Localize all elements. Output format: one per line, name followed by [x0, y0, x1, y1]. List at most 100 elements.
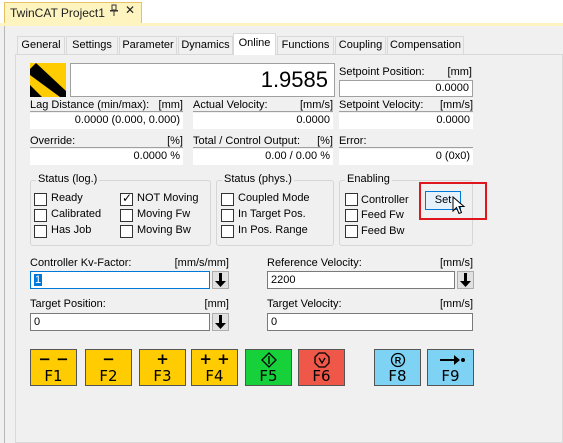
- setpoint-position-label: Setpoint Position:: [339, 66, 425, 78]
- feed-fw-label: Feed Fw: [361, 209, 404, 221]
- ready-checkbox: [34, 193, 47, 206]
- tab-parameter[interactable]: Parameter: [119, 36, 177, 54]
- feed-fw-checkbox[interactable]: [345, 209, 358, 222]
- moving-fw-checkbox: [120, 209, 133, 222]
- lag-distance-field: 0.0000 (0.000, 0.000): [30, 113, 183, 129]
- tab-coupling[interactable]: Coupling: [335, 36, 386, 54]
- total-control-output-unit: [%]: [317, 135, 333, 147]
- override-rule: [30, 147, 183, 148]
- double-minus-icon: − −: [38, 350, 69, 368]
- total-control-output-field: 0.00 / 0.00 %: [193, 149, 333, 165]
- f3-label: F3: [153, 367, 172, 385]
- tab-settings[interactable]: Settings: [66, 36, 118, 54]
- tab-online[interactable]: Online: [233, 33, 276, 55]
- feed-bw-checkbox[interactable]: [345, 225, 358, 238]
- controller-label: Controller: [361, 194, 409, 206]
- hazard-stripe-icon: [30, 63, 66, 97]
- override-unit: [%]: [167, 135, 183, 147]
- f6-button[interactable]: F6: [298, 349, 345, 386]
- actual-velocity-rule: [193, 111, 333, 112]
- f9-label: F9: [441, 367, 460, 385]
- stop-icon: [314, 352, 330, 368]
- lag-distance-unit: [mm]: [158, 99, 183, 111]
- f5-button[interactable]: F5: [245, 349, 292, 386]
- setpoint-velocity-rule: [339, 111, 473, 112]
- target-position-input[interactable]: 0: [30, 313, 210, 331]
- reference-velocity-label: Reference Velocity:: [267, 257, 362, 269]
- setpoint-velocity-field: 0.0000: [339, 113, 473, 129]
- error-label: Error:: [339, 135, 367, 147]
- calibrated-label: Calibrated: [51, 208, 102, 220]
- kv-factor-unit: [mm/s/mm]: [174, 257, 229, 269]
- arrow-down-icon: [215, 315, 226, 329]
- enabling-title: Enabling: [345, 173, 392, 185]
- moving-bw-label: Moving Bw: [137, 224, 191, 236]
- in-pos-range-checkbox: [221, 225, 234, 238]
- tab-general[interactable]: General: [17, 36, 65, 54]
- kv-factor-set-button[interactable]: [212, 271, 229, 289]
- f3-button[interactable]: + F3: [139, 349, 186, 386]
- close-icon[interactable]: ✕: [123, 3, 137, 18]
- override-field: 0.0000 %: [30, 149, 183, 165]
- total-control-output-label: Total / Control Output:: [193, 135, 300, 147]
- f9-button[interactable]: F9: [427, 349, 474, 386]
- calibrated-checkbox: [34, 209, 47, 222]
- check-mark-icon: ✓: [122, 191, 133, 205]
- tab-functions[interactable]: Functions: [277, 36, 334, 54]
- in-target-pos-checkbox: [221, 209, 234, 222]
- moving-fw-label: Moving Fw: [137, 208, 191, 220]
- setpoint-position-field: 0.0000: [339, 80, 473, 97]
- target-position-set-button[interactable]: [212, 313, 229, 331]
- double-plus-icon: + +: [199, 350, 230, 368]
- f6-label: F6: [312, 367, 331, 385]
- moving-bw-checkbox: [120, 225, 133, 238]
- svg-text:R: R: [395, 356, 402, 366]
- actual-position-display: 1.9585: [70, 63, 335, 97]
- target-position-label: Target Position:: [30, 298, 106, 310]
- setpoint-velocity-label: Setpoint Velocity:: [339, 99, 424, 111]
- f1-button[interactable]: − − F1: [30, 349, 77, 386]
- minus-icon: −: [102, 350, 115, 368]
- mouse-cursor-icon: [452, 196, 466, 215]
- plus-icon: +: [156, 350, 169, 368]
- arrow-down-icon: [215, 273, 226, 287]
- has-job-label: Has Job: [51, 224, 92, 236]
- f5-label: F5: [259, 367, 278, 385]
- status-log-title: Status (log.): [36, 173, 100, 185]
- f1-label: F1: [44, 367, 63, 385]
- target-position-unit: [mm]: [204, 298, 229, 310]
- coupled-mode-checkbox: [221, 193, 234, 206]
- tab-dynamics[interactable]: Dynamics: [178, 36, 233, 54]
- in-pos-range-label: In Pos. Range: [238, 224, 308, 236]
- lag-distance-rule: [30, 111, 183, 112]
- tab-compensation[interactable]: Compensation: [387, 36, 464, 54]
- actual-velocity-field: 0.0000: [193, 113, 333, 129]
- setpoint-position-unit: [mm]: [447, 66, 472, 78]
- controller-checkbox[interactable]: [345, 193, 358, 206]
- feed-bw-label: Feed Bw: [361, 225, 405, 237]
- error-rule: [339, 147, 473, 148]
- f8-button[interactable]: R F8: [374, 349, 421, 386]
- target-velocity-input[interactable]: 0: [267, 313, 473, 331]
- not-moving-label: NOT Moving: [137, 192, 199, 204]
- document-title: TwinCAT Project1: [10, 6, 105, 20]
- ready-label: Ready: [51, 192, 83, 204]
- kv-factor-label: Controller Kv-Factor:: [30, 257, 132, 269]
- lag-distance-label: Lag Distance (min/max):: [30, 99, 150, 111]
- reference-velocity-input[interactable]: 2200: [267, 271, 455, 289]
- f4-button[interactable]: + + F4: [191, 349, 238, 386]
- status-phys-title: Status (phys.): [222, 173, 294, 185]
- kv-factor-input[interactable]: 1: [30, 271, 210, 289]
- pin-icon[interactable]: [108, 4, 120, 18]
- total-control-output-rule: [193, 147, 333, 148]
- kv-factor-value: 1: [34, 274, 43, 286]
- reference-velocity-set-button[interactable]: [457, 271, 474, 289]
- coupled-mode-label: Coupled Mode: [238, 192, 310, 204]
- f2-button[interactable]: − F2: [85, 349, 132, 386]
- override-label: Override:: [30, 135, 76, 147]
- setpoint-velocity-unit: [mm/s]: [440, 99, 473, 111]
- reset-icon: R: [390, 352, 406, 368]
- not-moving-checkbox: ✓: [120, 191, 133, 206]
- content-border: [4, 26, 5, 443]
- f8-label: F8: [388, 367, 407, 385]
